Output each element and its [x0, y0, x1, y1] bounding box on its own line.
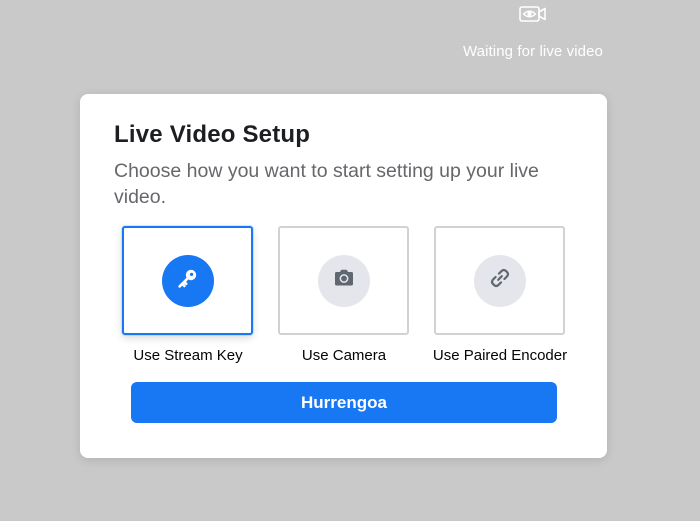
dialog-description: Choose how you want to start setting up … [114, 160, 539, 208]
stream-key-option[interactable] [122, 226, 253, 335]
camera-label: Use Camera [301, 347, 387, 364]
link-icon [487, 265, 513, 296]
live-status: Waiting for live video [433, 2, 633, 60]
paired-encoder-option[interactable] [434, 226, 565, 335]
key-icon [174, 264, 202, 297]
stream-key-label: Use Stream Key [133, 347, 243, 364]
camera-option[interactable] [278, 226, 409, 335]
camera-icon [331, 265, 357, 296]
paired-encoder-label: Use Paired Encoder [432, 347, 568, 364]
dialog-title: Live Video Setup [114, 121, 311, 148]
video-eye-icon [519, 2, 547, 26]
paired-encoder-icon-circle [473, 254, 526, 307]
status-text: Waiting for live video [462, 43, 604, 60]
live-video-setup-dialog: Live Video Setup Choose how you want to … [80, 94, 607, 458]
next-button[interactable]: Hurrengoa [131, 382, 557, 423]
camera-icon-circle [317, 254, 370, 307]
stream-key-icon-circle [161, 254, 214, 307]
